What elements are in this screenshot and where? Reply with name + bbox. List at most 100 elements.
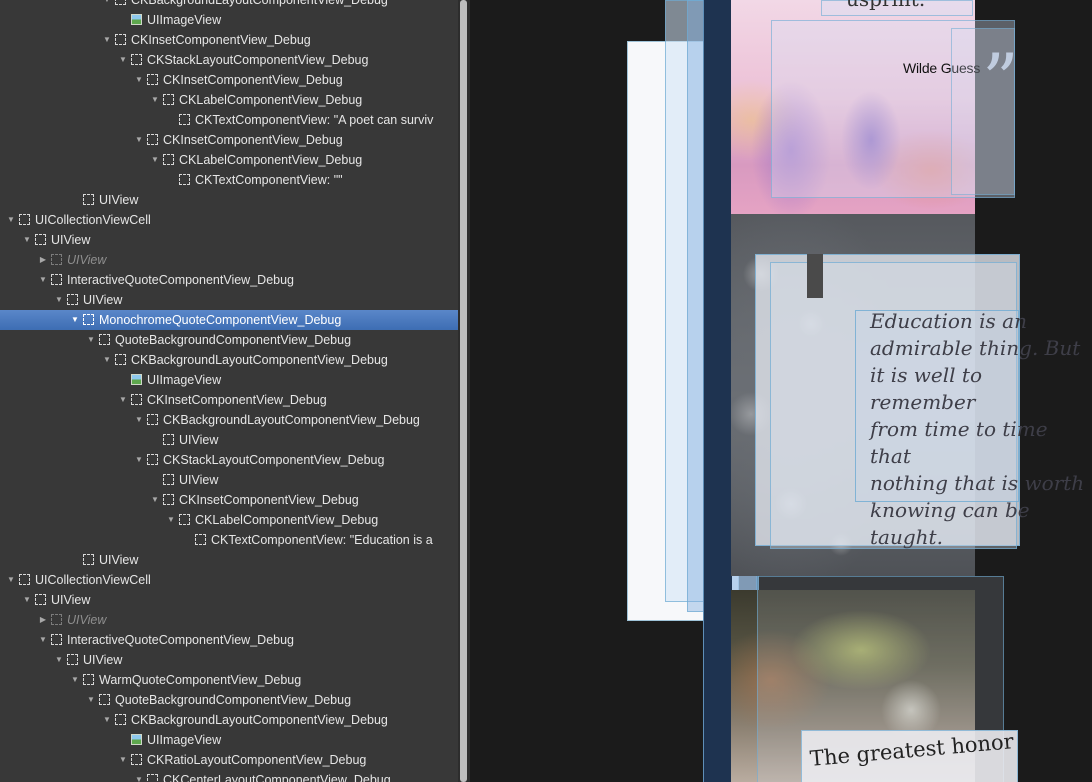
tree-row[interactable]: CKTextComponentView: "" bbox=[0, 170, 458, 190]
disclosure-open-icon[interactable]: ▼ bbox=[149, 150, 161, 170]
tree-row[interactable]: ▼ CKLabelComponentView_Debug bbox=[0, 150, 458, 170]
tree-row-label: CKStackLayoutComponentView_Debug bbox=[163, 453, 385, 467]
view-icon bbox=[163, 494, 174, 505]
tree-row[interactable]: ▼ InteractiveQuoteComponentView_Debug bbox=[0, 270, 458, 290]
disclosure-closed-icon[interactable]: ▶ bbox=[37, 610, 49, 630]
tree-row[interactable]: UIImageView bbox=[0, 730, 458, 750]
tree-row-label: CKInsetComponentView_Debug bbox=[147, 393, 327, 407]
tree-row[interactable]: ▼ UIView bbox=[0, 650, 458, 670]
disclosure-open-icon[interactable]: ▼ bbox=[117, 390, 129, 410]
tree-row[interactable]: CKTextComponentView: "A poet can surviv bbox=[0, 110, 458, 130]
disclosure-open-icon[interactable]: ▼ bbox=[53, 290, 65, 310]
disclosure-open-icon[interactable]: ▼ bbox=[133, 410, 145, 430]
disclosure-open-icon[interactable]: ▼ bbox=[101, 30, 113, 50]
tree-row[interactable]: ▼ CKInsetComponentView_Debug bbox=[0, 70, 458, 90]
disclosure-open-icon[interactable]: ▼ bbox=[69, 310, 81, 330]
view-icon bbox=[163, 434, 174, 445]
disclosure-open-icon[interactable]: ▼ bbox=[21, 590, 33, 610]
tree-row-selected[interactable]: ▼ MonochromeQuoteComponentView_Debug bbox=[0, 310, 458, 330]
tree-row[interactable]: UIView bbox=[0, 550, 458, 570]
disclosure-open-icon[interactable]: ▼ bbox=[101, 710, 113, 730]
disclosure-open-icon[interactable]: ▼ bbox=[85, 330, 97, 350]
tree-row[interactable]: ▼ QuoteBackgroundComponentView_Debug bbox=[0, 330, 458, 350]
tree-row[interactable]: ▼ UIView bbox=[0, 230, 458, 250]
tree-row[interactable]: ▼ CKBackgroundLayoutComponentView_Debug bbox=[0, 710, 458, 730]
tree-row[interactable]: UIView bbox=[0, 190, 458, 210]
disclosure-open-icon[interactable]: ▼ bbox=[5, 570, 17, 590]
tree-row-label: UICollectionViewCell bbox=[35, 573, 151, 587]
tree-row[interactable]: UIImageView bbox=[0, 10, 458, 30]
disclosure-open-icon[interactable]: ▼ bbox=[149, 90, 161, 110]
disclosure-open-icon[interactable]: ▼ bbox=[117, 750, 129, 770]
tree-row-label: UIView bbox=[83, 653, 123, 667]
disclosure-open-icon[interactable]: ▼ bbox=[37, 630, 49, 650]
tree-row[interactable]: UIView bbox=[0, 470, 458, 490]
view-icon bbox=[51, 254, 62, 265]
tree-row[interactable]: UIView bbox=[0, 430, 458, 450]
tree-row[interactable]: ▼ WarmQuoteComponentView_Debug bbox=[0, 670, 458, 690]
tree-row[interactable]: ▶ UIView bbox=[0, 250, 458, 270]
tree-row[interactable]: ▼ CKInsetComponentView_Debug bbox=[0, 390, 458, 410]
tree-row[interactable]: ▼ CKInsetComponentView_Debug bbox=[0, 490, 458, 510]
disclosure-open-icon[interactable]: ▼ bbox=[133, 70, 145, 90]
tree-row[interactable]: ▼ CKInsetComponentView_Debug bbox=[0, 130, 458, 150]
tree-row[interactable]: ▼ CKLabelComponentView_Debug bbox=[0, 510, 458, 530]
view-icon bbox=[83, 314, 94, 325]
view-debugger-3d-canvas[interactable]: usprint. Wilde Guess ” Education is an a… bbox=[470, 0, 1092, 782]
tree-row[interactable]: ▼ CKStackLayoutComponentView_Debug bbox=[0, 450, 458, 470]
tree-row[interactable]: ▼ UICollectionViewCell bbox=[0, 210, 458, 230]
tree-row-label: CKInsetComponentView_Debug bbox=[163, 73, 343, 87]
disclosure-open-icon[interactable]: ▼ bbox=[101, 350, 113, 370]
disclosure-open-icon[interactable]: ▼ bbox=[69, 670, 81, 690]
disclosure-open-icon[interactable]: ▼ bbox=[133, 770, 145, 782]
tree-row[interactable]: ▼ InteractiveQuoteComponentView_Debug bbox=[0, 630, 458, 650]
disclosure-open-icon[interactable]: ▼ bbox=[53, 650, 65, 670]
dark-spine-layer[interactable] bbox=[703, 0, 732, 782]
disclosure-open-icon[interactable]: ▼ bbox=[133, 130, 145, 150]
disclosure-open-icon[interactable]: ▼ bbox=[117, 50, 129, 70]
disclosure-open-icon[interactable]: ▼ bbox=[37, 270, 49, 290]
tree-row[interactable]: UIImageView bbox=[0, 370, 458, 390]
disclosure-closed-icon[interactable]: ▶ bbox=[37, 250, 49, 270]
disclosure-open-icon[interactable]: ▼ bbox=[5, 210, 17, 230]
view-icon bbox=[83, 194, 94, 205]
tree-row-label: InteractiveQuoteComponentView_Debug bbox=[67, 633, 294, 647]
tree-row-label: CKInsetComponentView_Debug bbox=[131, 33, 311, 47]
view-icon bbox=[19, 574, 30, 585]
tree-row[interactable]: ▶ UIView bbox=[0, 610, 458, 630]
selection-marker[interactable] bbox=[807, 254, 823, 298]
tree-row[interactable]: ▼ QuoteBackgroundComponentView_Debug bbox=[0, 690, 458, 710]
tree-row[interactable]: ▼ CKInsetComponentView_Debug bbox=[0, 30, 458, 50]
tree-row-label: CKTextComponentView: "Education is a bbox=[211, 533, 433, 547]
disclosure-open-icon[interactable]: ▼ bbox=[149, 490, 161, 510]
disclosure-open-icon[interactable]: ▼ bbox=[165, 510, 177, 530]
disclosure-open-icon[interactable]: ▼ bbox=[21, 230, 33, 250]
scrollbar-thumb[interactable] bbox=[460, 0, 467, 782]
disclosure-open-icon[interactable]: ▼ bbox=[133, 450, 145, 470]
tree-row[interactable]: ▼ CKRatioLayoutComponentView_Debug bbox=[0, 750, 458, 770]
disclosure-open-icon[interactable]: ▼ bbox=[101, 0, 113, 10]
quote-mark-layer bbox=[951, 28, 1015, 195]
view-icon bbox=[99, 334, 110, 345]
tree-row[interactable]: ▼ CKBackgroundLayoutComponentView_Debug bbox=[0, 410, 458, 430]
tree-row[interactable]: ▼ UIView bbox=[0, 590, 458, 610]
view-icon bbox=[195, 534, 206, 545]
tree-row[interactable]: ▼ UICollectionViewCell bbox=[0, 570, 458, 590]
tree-row-label: CKLabelComponentView_Debug bbox=[195, 513, 379, 527]
tree-row[interactable]: ▼ CKBackgroundLayoutComponentView_Debug bbox=[0, 350, 458, 370]
tree-row[interactable]: CKTextComponentView: "Education is a bbox=[0, 530, 458, 550]
tree-row-label: CKBackgroundLayoutComponentView_Debug bbox=[131, 713, 388, 727]
tree-row[interactable]: ▼ UIView bbox=[0, 290, 458, 310]
view-icon bbox=[179, 114, 190, 125]
view-icon bbox=[115, 34, 126, 45]
view-hierarchy-panel[interactable]: ▼ CKBackgroundLayoutComponentView_Debug UI… bbox=[0, 0, 458, 782]
tree-row-label: CKBackgroundLayoutComponentView_Debug bbox=[131, 0, 388, 7]
tree-row[interactable]: ▼ CKStackLayoutComponentView_Debug bbox=[0, 50, 458, 70]
tree-row[interactable]: ▼ CKCenterLayoutComponentView_Debug bbox=[0, 770, 458, 782]
tree-row-label: MonochromeQuoteComponentView_Debug bbox=[99, 313, 342, 327]
panel-scrollbar[interactable] bbox=[458, 0, 470, 782]
tree-row[interactable]: ▼ CKLabelComponentView_Debug bbox=[0, 90, 458, 110]
tree-row[interactable]: ▼ CKBackgroundLayoutComponentView_Debug bbox=[0, 0, 458, 10]
view-icon bbox=[131, 394, 142, 405]
disclosure-open-icon[interactable]: ▼ bbox=[85, 690, 97, 710]
